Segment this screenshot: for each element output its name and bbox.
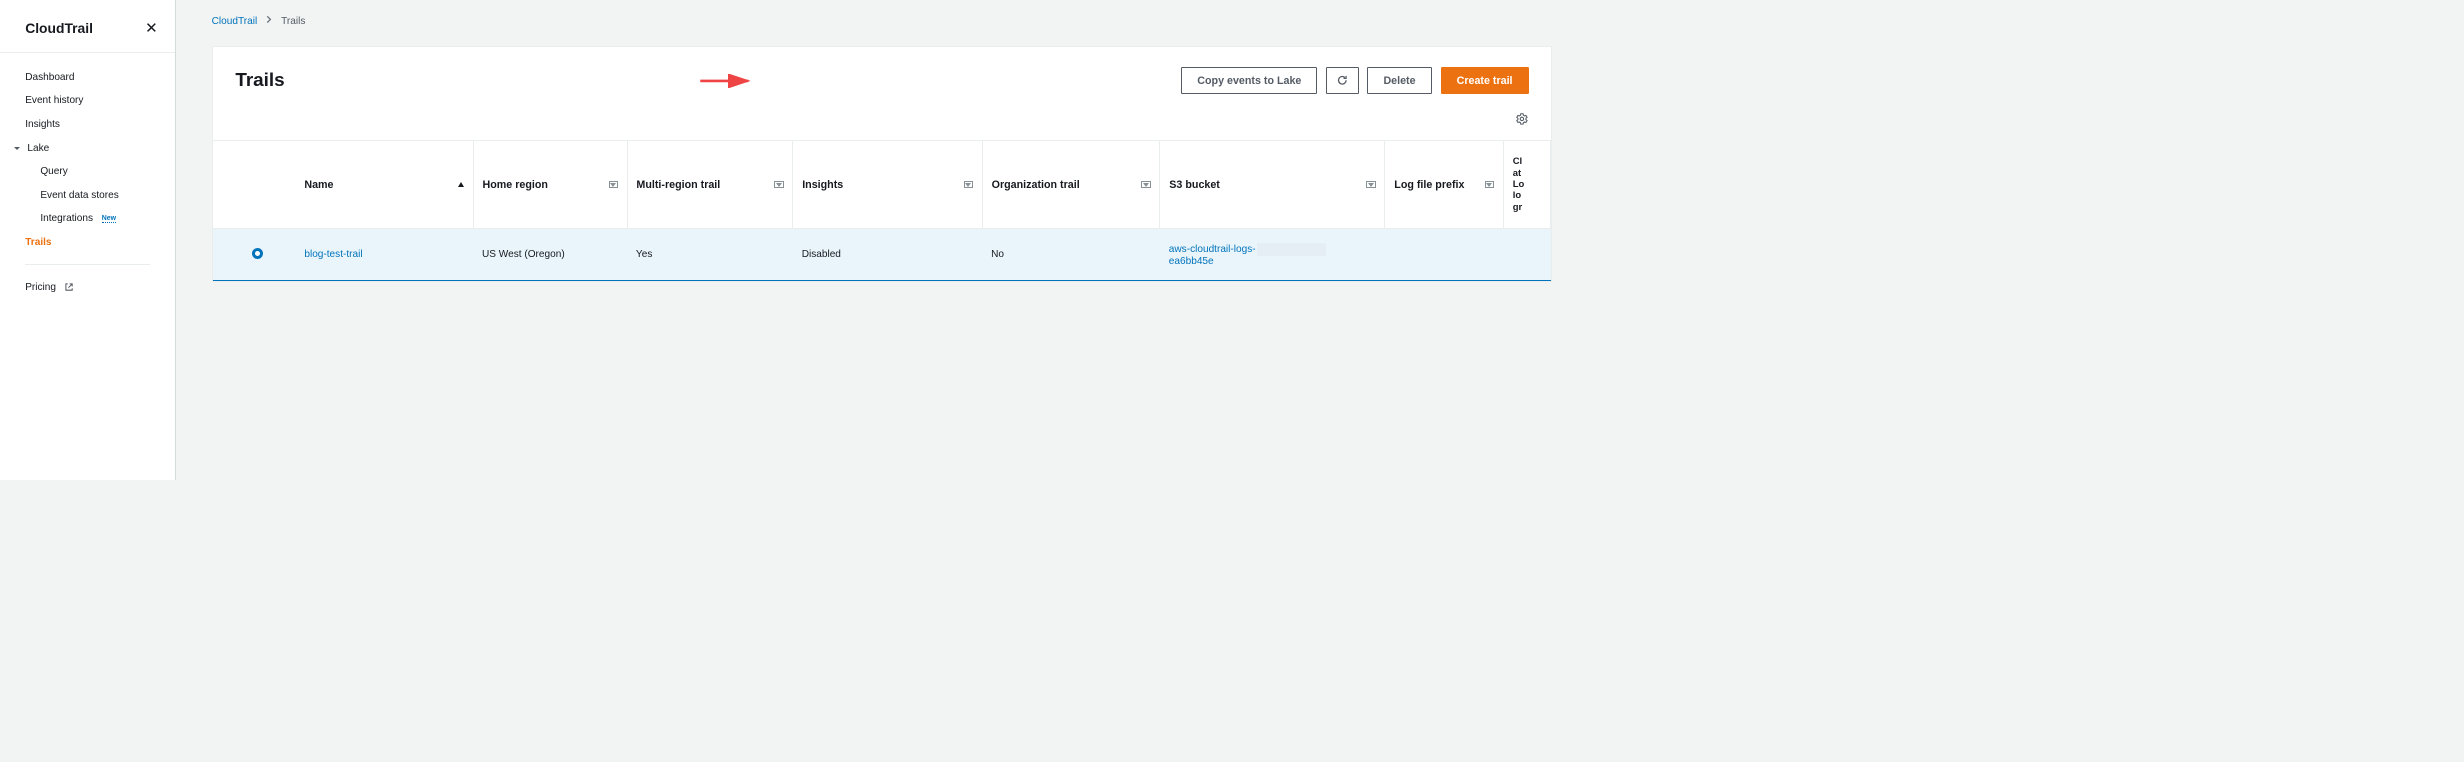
- filter-icon: [1485, 181, 1494, 188]
- page-title: Trails: [235, 70, 284, 92]
- column-label: Multi-region trail: [636, 179, 720, 191]
- column-multi-region[interactable]: Multi-region trail: [627, 141, 793, 228]
- sidebar-header: CloudTrail ✕: [0, 0, 175, 53]
- gear-icon[interactable]: [1515, 112, 1529, 128]
- breadcrumb-root[interactable]: CloudTrail: [212, 16, 258, 27]
- s3-bucket-link[interactable]: aws-cloudtrail-logs-ea6bb45e: [1169, 244, 1326, 267]
- column-label: Log file prefix: [1394, 179, 1464, 191]
- cell-insights: Disabled: [793, 229, 982, 281]
- column-s3-bucket[interactable]: S3 bucket: [1160, 141, 1385, 228]
- sidebar-item-pricing[interactable]: Pricing: [0, 276, 175, 301]
- column-label: S3 bucket: [1169, 179, 1220, 191]
- filter-icon: [1141, 181, 1150, 188]
- sidebar: CloudTrail ✕ Dashboard Event history Ins…: [0, 0, 176, 480]
- column-name[interactable]: Name: [296, 141, 474, 228]
- service-title: CloudTrail: [25, 20, 93, 36]
- sidebar-item-label: Lake: [27, 143, 49, 154]
- filter-icon: [964, 181, 973, 188]
- filter-icon: [1366, 181, 1375, 188]
- column-organization-trail[interactable]: Organization trail: [982, 141, 1160, 228]
- sidebar-item-dashboard[interactable]: Dashboard: [0, 66, 175, 90]
- filter-icon: [774, 181, 783, 188]
- settings-row: [213, 107, 1552, 140]
- column-home-region[interactable]: Home region: [473, 141, 627, 228]
- sidebar-item-integrations[interactable]: Integrations New: [0, 207, 175, 231]
- column-log-file-prefix[interactable]: Log file prefix: [1385, 141, 1503, 228]
- sort-asc-icon: [458, 182, 464, 187]
- sidebar-nav: Dashboard Event history Insights Lake Qu…: [0, 53, 175, 313]
- chevron-down-icon: [14, 147, 20, 150]
- refresh-button[interactable]: [1326, 67, 1358, 94]
- sidebar-item-event-data-stores[interactable]: Event data stores: [0, 184, 175, 208]
- table-wrapper: Name Home region Multi: [213, 140, 1552, 281]
- column-label: Home region: [482, 179, 547, 191]
- trail-link[interactable]: blog-test-trail: [304, 249, 362, 260]
- sidebar-item-insights[interactable]: Insights: [0, 113, 175, 137]
- cell-organization-trail: No: [982, 229, 1160, 281]
- sidebar-item-event-history[interactable]: Event history: [0, 89, 175, 113]
- cell-s3-bucket: aws-cloudtrail-logs-ea6bb45e: [1160, 229, 1385, 281]
- cell-multi-region: Yes: [627, 229, 793, 281]
- sidebar-item-label: Pricing: [25, 282, 56, 293]
- delete-button[interactable]: Delete: [1367, 67, 1431, 94]
- table-row[interactable]: blog-test-trail US West (Oregon) Yes Dis…: [213, 229, 1551, 281]
- redacted: [1257, 243, 1326, 256]
- cell-cloudwatch: [1503, 229, 1550, 281]
- cell-name: blog-test-trail: [296, 229, 474, 281]
- column-select: [213, 141, 296, 228]
- column-label: Name: [304, 179, 333, 191]
- radio-selected-icon: [252, 248, 263, 259]
- trails-panel: Trails Copy events to Lake Delete Create…: [212, 46, 1553, 283]
- breadcrumb: CloudTrail Trails: [212, 15, 1553, 27]
- main-content: CloudTrail Trails Trails Copy events to …: [176, 0, 1552, 480]
- sidebar-item-query[interactable]: Query: [0, 160, 175, 184]
- column-insights[interactable]: Insights: [793, 141, 982, 228]
- breadcrumb-current: Trails: [281, 16, 305, 27]
- new-badge: New: [102, 215, 116, 224]
- external-link-icon: [64, 282, 74, 294]
- trails-table: Name Home region Multi: [213, 141, 1552, 281]
- sidebar-item-trails[interactable]: Trails: [0, 231, 175, 255]
- sidebar-item-lake[interactable]: Lake: [0, 136, 175, 160]
- copy-events-button[interactable]: Copy events to Lake: [1181, 67, 1317, 94]
- panel-header: Trails Copy events to Lake Delete Create…: [213, 47, 1552, 107]
- create-trail-button[interactable]: Create trail: [1441, 67, 1529, 94]
- cell-home-region: US West (Oregon): [473, 229, 627, 281]
- refresh-icon: [1336, 74, 1349, 87]
- column-label: Insights: [802, 179, 843, 191]
- column-label: Organization trail: [992, 179, 1080, 191]
- filter-icon: [609, 181, 618, 188]
- action-bar: Copy events to Lake Delete Create trail: [1181, 67, 1528, 94]
- sidebar-item-label: Integrations: [40, 213, 93, 224]
- close-icon[interactable]: ✕: [145, 19, 158, 37]
- divider: [25, 264, 150, 265]
- column-cloudwatch-logs[interactable]: ClatLologr: [1503, 141, 1550, 228]
- cell-log-file-prefix: [1385, 229, 1503, 281]
- chevron-right-icon: [266, 15, 272, 27]
- row-selector[interactable]: [213, 229, 296, 281]
